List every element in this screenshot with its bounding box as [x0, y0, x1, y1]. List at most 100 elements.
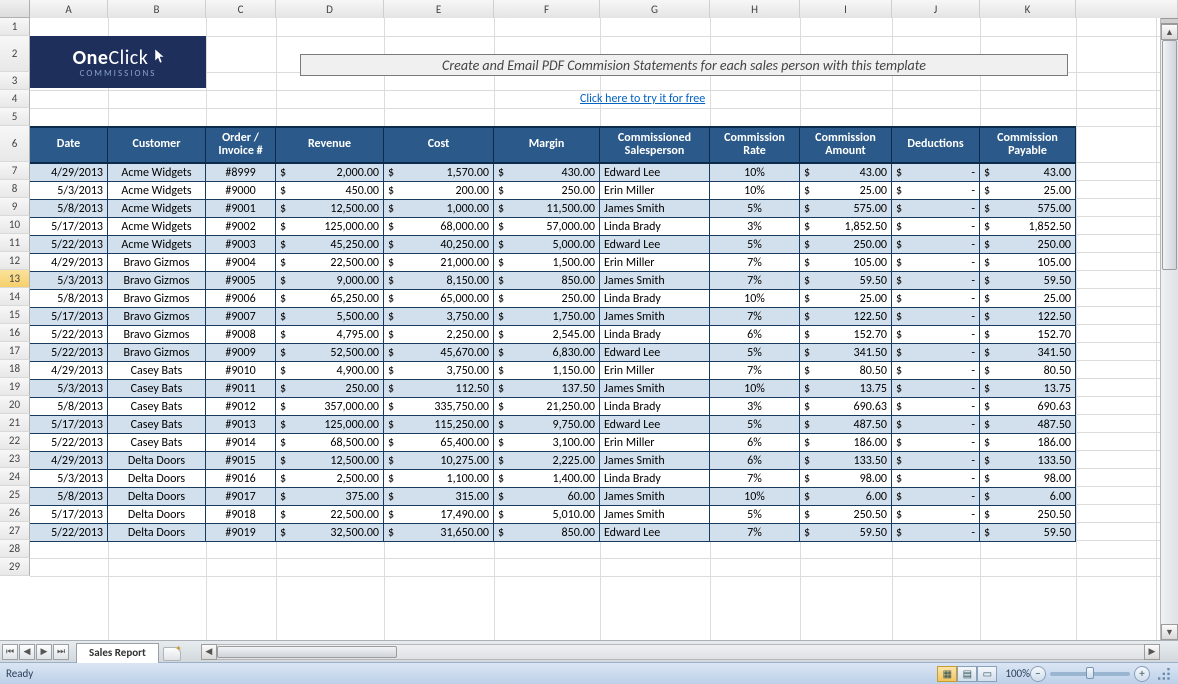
column-header-A[interactable]: A — [30, 0, 108, 18]
row-header-7[interactable]: 7 — [0, 162, 30, 180]
table-cell[interactable]: $1,000.00 — [384, 200, 494, 218]
table-cell[interactable]: $- — [892, 164, 980, 182]
table-cell[interactable]: $250.00 — [800, 236, 892, 254]
sheet-tab-active[interactable]: Sales Report — [76, 643, 159, 663]
table-cell[interactable]: $59.50 — [800, 272, 892, 290]
table-cell[interactable]: $- — [892, 272, 980, 290]
table-cell[interactable]: Edward Lee — [600, 164, 710, 182]
zoom-out-button[interactable]: − — [1030, 666, 1046, 682]
table-cell[interactable]: $52,500.00 — [276, 344, 384, 362]
table-cell[interactable]: 7% — [710, 470, 800, 488]
table-cell[interactable]: $200.00 — [384, 182, 494, 200]
table-cell[interactable]: Casey Bats — [108, 416, 206, 434]
table-cell[interactable]: Bravo Gizmos — [108, 326, 206, 344]
table-cell[interactable]: $- — [892, 470, 980, 488]
table-cell[interactable]: $357,000.00 — [276, 398, 384, 416]
table-cell[interactable]: Bravo Gizmos — [108, 308, 206, 326]
table-cell[interactable]: $1,500.00 — [494, 254, 600, 272]
table-cell[interactable]: $22,500.00 — [276, 506, 384, 524]
table-cell[interactable]: $341.50 — [800, 344, 892, 362]
table-cell[interactable]: $575.00 — [980, 200, 1076, 218]
table-cell[interactable]: $250.00 — [276, 380, 384, 398]
table-cell[interactable]: $80.50 — [800, 362, 892, 380]
table-cell[interactable]: $1,852.50 — [800, 218, 892, 236]
table-header-cell[interactable]: Revenue — [276, 128, 384, 164]
table-cell[interactable]: Erin Miller — [600, 182, 710, 200]
table-cell[interactable]: $315.00 — [384, 488, 494, 506]
table-cell[interactable]: #9005 — [206, 272, 276, 290]
table-cell[interactable]: Bravo Gizmos — [108, 272, 206, 290]
column-header-E[interactable]: E — [384, 0, 494, 18]
table-cell[interactable]: $1,852.50 — [980, 218, 1076, 236]
table-cell[interactable]: 5/8/2013 — [30, 290, 108, 308]
row-header-22[interactable]: 22 — [0, 432, 30, 450]
table-cell[interactable]: $45,670.00 — [384, 344, 494, 362]
table-cell[interactable]: $850.00 — [494, 524, 600, 542]
table-cell[interactable]: #9012 — [206, 398, 276, 416]
table-cell[interactable]: $40,250.00 — [384, 236, 494, 254]
table-cell[interactable]: $186.00 — [980, 434, 1076, 452]
table-cell[interactable]: $375.00 — [276, 488, 384, 506]
table-cell[interactable]: Linda Brady — [600, 398, 710, 416]
table-cell[interactable]: 5% — [710, 416, 800, 434]
column-header-G[interactable]: G — [600, 0, 710, 18]
table-cell[interactable]: $65,400.00 — [384, 434, 494, 452]
table-row[interactable]: 5/17/2013Casey Bats#9013$125,000.00$115,… — [30, 416, 1076, 434]
table-cell[interactable]: $450.00 — [276, 182, 384, 200]
row-header-21[interactable]: 21 — [0, 414, 30, 432]
table-cell[interactable]: $32,500.00 — [276, 524, 384, 542]
column-header-F[interactable]: F — [494, 0, 600, 18]
column-header-K[interactable]: K — [980, 0, 1076, 18]
tab-first-button[interactable]: ⏮ — [2, 644, 18, 660]
table-cell[interactable]: 6% — [710, 326, 800, 344]
table-cell[interactable]: 10% — [710, 488, 800, 506]
tab-prev-button[interactable]: ◀ — [19, 644, 35, 660]
table-cell[interactable]: $- — [892, 200, 980, 218]
row-header-14[interactable]: 14 — [0, 288, 30, 306]
vertical-scrollbar[interactable]: ▲ ▼ — [1160, 18, 1178, 640]
table-cell[interactable]: #9010 — [206, 362, 276, 380]
table-row[interactable]: 5/22/2013Bravo Gizmos#9009$52,500.00$45,… — [30, 344, 1076, 362]
table-cell[interactable]: #9019 — [206, 524, 276, 542]
table-cell[interactable]: $690.63 — [980, 398, 1076, 416]
zoom-slider-knob[interactable] — [1086, 667, 1094, 679]
table-cell[interactable]: $137.50 — [494, 380, 600, 398]
table-cell[interactable]: James Smith — [600, 200, 710, 218]
table-cell[interactable]: $- — [892, 254, 980, 272]
table-cell[interactable]: #9017 — [206, 488, 276, 506]
table-cell[interactable]: $10,275.00 — [384, 452, 494, 470]
table-cell[interactable]: $- — [892, 308, 980, 326]
table-cell[interactable]: $60.00 — [494, 488, 600, 506]
table-cell[interactable]: $1,150.00 — [494, 362, 600, 380]
table-row[interactable]: 5/3/2013Acme Widgets#9000$450.00$200.00$… — [30, 182, 1076, 200]
table-cell[interactable]: Delta Doors — [108, 470, 206, 488]
table-cell[interactable]: Acme Widgets — [108, 164, 206, 182]
table-cell[interactable]: 5/3/2013 — [30, 380, 108, 398]
new-sheet-button[interactable] — [163, 647, 181, 661]
table-cell[interactable]: #9015 — [206, 452, 276, 470]
table-cell[interactable]: $59.50 — [980, 524, 1076, 542]
table-cell[interactable]: $68,000.00 — [384, 218, 494, 236]
table-cell[interactable]: Acme Widgets — [108, 236, 206, 254]
table-cell[interactable]: Acme Widgets — [108, 218, 206, 236]
table-cell[interactable]: $- — [892, 218, 980, 236]
table-cell[interactable]: $- — [892, 344, 980, 362]
table-cell[interactable]: $13.75 — [800, 380, 892, 398]
table-cell[interactable]: Bravo Gizmos — [108, 254, 206, 272]
table-cell[interactable]: $- — [892, 290, 980, 308]
table-cell[interactable]: #9014 — [206, 434, 276, 452]
zoom-in-button[interactable]: + — [1134, 666, 1150, 682]
table-cell[interactable]: $6.00 — [800, 488, 892, 506]
table-cell[interactable]: $9,750.00 — [494, 416, 600, 434]
table-cell[interactable]: $65,250.00 — [276, 290, 384, 308]
table-cell[interactable]: 10% — [710, 182, 800, 200]
column-header-D[interactable]: D — [276, 0, 384, 18]
page-break-view-button[interactable]: ▭ — [977, 666, 997, 682]
table-cell[interactable]: #9002 — [206, 218, 276, 236]
table-cell[interactable]: $- — [892, 416, 980, 434]
table-cell[interactable]: $133.50 — [980, 452, 1076, 470]
table-row[interactable]: 5/3/2013Delta Doors#9016$2,500.00$1,100.… — [30, 470, 1076, 488]
table-cell[interactable]: $105.00 — [980, 254, 1076, 272]
table-row[interactable]: 5/8/2013Delta Doors#9017$375.00$315.00$6… — [30, 488, 1076, 506]
table-row[interactable]: 4/29/2013Bravo Gizmos#9004$22,500.00$21,… — [30, 254, 1076, 272]
